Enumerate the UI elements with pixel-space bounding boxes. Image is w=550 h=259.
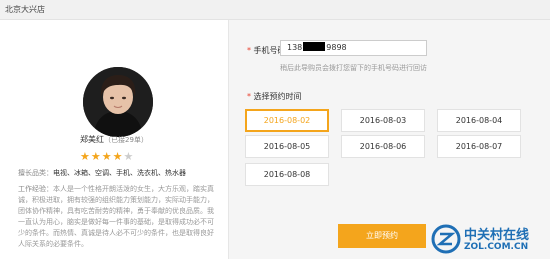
agent-name: 郑美红 — [80, 135, 105, 144]
required-asterisk: * — [247, 46, 251, 55]
agent-profile-panel: 郑美红（已接29单） ★★★★★ 擅长品类：电视、冰箱、空调、手机、洗衣机、热水… — [0, 20, 228, 259]
specialty-categories: 擅长品类：电视、冰箱、空调、手机、洗衣机、热水器 — [18, 168, 186, 178]
phone-prefix: 138 — [287, 43, 303, 52]
time-label-text: 选择预约时间 — [253, 92, 302, 101]
phone-suffix: 9898 — [326, 43, 347, 52]
watermark-cn: 中关村在线 — [464, 228, 530, 243]
time-slot-2016-08-05[interactable]: 2016-08-05 — [245, 135, 329, 158]
categories-value: 电视、冰箱、空调、手机、洗衣机、热水器 — [53, 169, 186, 177]
star-filled-icon: ★ — [112, 150, 124, 163]
categories-label: 擅长品类： — [18, 169, 53, 177]
time-slot-2016-08-02[interactable]: 2016-08-02 — [245, 109, 329, 132]
work-experience: 工作经验：本人是一个性格开朗活泼的女生，大方乐观，踏实真诚，积极进取，拥有较强的… — [18, 184, 218, 250]
time-slot-2016-08-07[interactable]: 2016-08-07 — [437, 135, 521, 158]
redaction-mask — [303, 42, 326, 51]
star-filled-icon: ★ — [80, 150, 91, 163]
avatar-image — [83, 67, 153, 137]
time-label: * 选择预约时间 — [247, 91, 302, 102]
phone-input[interactable]: 138 9898 — [280, 40, 427, 56]
orders-served: （已接29单） — [104, 136, 148, 144]
phone-hint: 稍后此导购员会拨打您留下的手机号码进行回访 — [280, 64, 427, 72]
experience-text: 本人是一个性格开朗活泼的女生，大方乐观，踏实真诚，积极进取，拥有较强的组织能力策… — [18, 185, 214, 248]
star-empty-icon: ★ — [123, 150, 135, 163]
required-asterisk: * — [247, 92, 251, 101]
zol-watermark: 中关村在线 ZOL.COM.CN — [431, 220, 550, 259]
time-slot-2016-08-04[interactable]: 2016-08-04 — [437, 109, 521, 132]
book-now-button[interactable]: 立即预约 — [338, 224, 426, 248]
experience-label: 工作经验： — [18, 185, 53, 193]
zol-logo-icon — [431, 224, 461, 254]
agent-name-row: 郑美红（已接29单） — [0, 134, 228, 145]
star-filled-icon: ★ — [90, 150, 102, 163]
top-bar: 北京大兴店 — [0, 0, 550, 20]
store-name: 北京大兴店 — [5, 5, 45, 14]
star-filled-icon: ★ — [101, 150, 113, 163]
time-slot-2016-08-06[interactable]: 2016-08-06 — [341, 135, 425, 158]
rating-stars: ★★★★★ — [80, 150, 134, 163]
time-slot-2016-08-03[interactable]: 2016-08-03 — [341, 109, 425, 132]
avatar — [83, 67, 153, 137]
watermark-en: ZOL.COM.CN — [464, 242, 529, 252]
time-slot-2016-08-08[interactable]: 2016-08-08 — [245, 163, 329, 186]
